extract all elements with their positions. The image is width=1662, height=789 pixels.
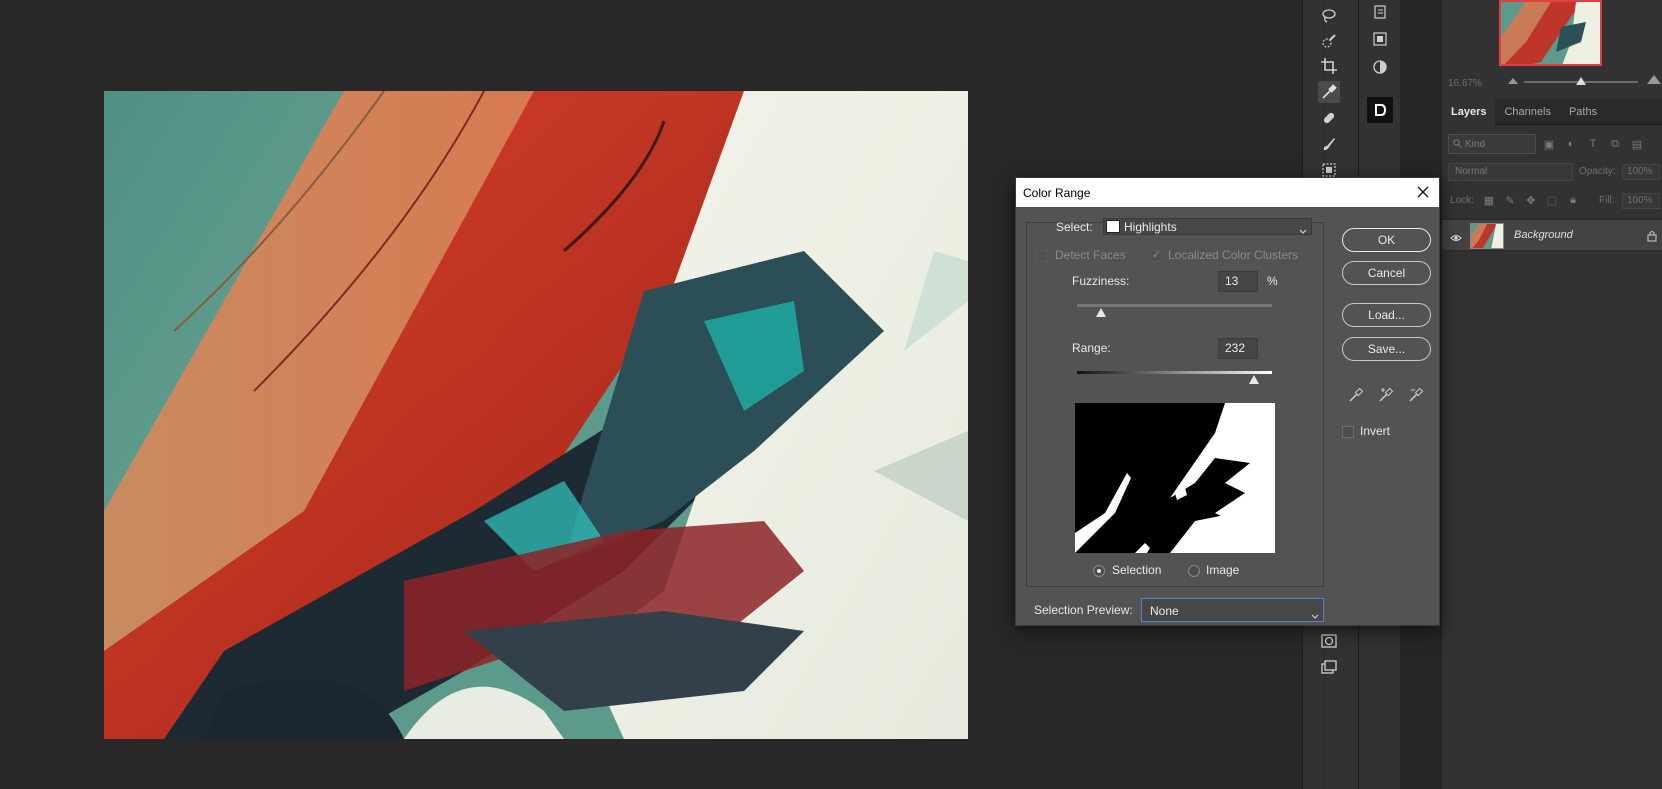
brush-tool-icon[interactable] [1318,133,1340,155]
fuzziness-field[interactable]: 13 [1218,271,1258,292]
right-panels: 16.67% Layers Channels Paths Kind ▣ ◐ T … [1441,0,1662,789]
shape-layer-filter-icon[interactable]: ⧉ [1608,137,1622,151]
layers-panel-tabs: Layers Channels Paths [1442,98,1662,125]
localized-color-clusters-checkbox[interactable] [1150,248,1162,262]
adjustments-panel-icon[interactable] [1370,57,1390,77]
search-icon [1453,139,1462,151]
document-image[interactable] [104,91,968,739]
lasso-tool-icon[interactable] [1318,4,1340,26]
view-image-radio[interactable] [1188,565,1200,577]
localized-color-clusters-label: Localized Color Clusters [1168,248,1299,262]
adjustment-layer-filter-icon[interactable]: ◐ [1564,137,1578,151]
eyedropper-subtract-icon[interactable] [1406,385,1426,405]
range-slider-thumb[interactable] [1249,375,1259,384]
view-selection-radio[interactable] [1093,565,1105,577]
crop-tool-icon[interactable] [1318,55,1340,77]
type-layer-filter-icon[interactable]: T [1586,137,1600,151]
load-button[interactable]: Load... [1342,303,1431,327]
fill-field[interactable]: 100% [1622,193,1660,209]
navigator-zoom-slider[interactable] [1524,77,1638,85]
navigator-zoom-slider-thumb[interactable] [1576,77,1586,85]
range-slider[interactable] [1077,371,1272,374]
zoom-in-icon[interactable] [1647,75,1661,84]
detect-faces-label: Detect Faces [1055,248,1126,262]
cancel-button[interactable]: Cancel [1342,261,1431,285]
color-range-dialog: Color Range Select: Highlights Detect Fa… [1015,177,1440,626]
detect-faces-checkbox[interactable] [1036,250,1048,262]
range-field[interactable]: 232 [1218,338,1258,359]
select-value: Highlights [1124,220,1177,234]
view-image-label: Image [1206,563,1240,577]
close-icon[interactable] [1415,184,1431,200]
lock-transparent-icon[interactable]: ▦ [1483,194,1495,207]
opacity-label: Opacity: [1579,166,1616,177]
chevron-down-icon [1311,607,1319,625]
tab-paths[interactable]: Paths [1560,98,1606,125]
fuzziness-slider-thumb[interactable] [1096,308,1106,317]
quick-mask-icon[interactable] [1318,630,1340,652]
invert-checkbox[interactable] [1342,426,1354,438]
dialog-titlebar[interactable]: Color Range [1016,178,1439,207]
layer-lock-icon[interactable] [1647,229,1657,247]
spot-healing-brush-icon[interactable] [1318,107,1340,129]
smart-object-filter-icon[interactable]: ▤ [1630,137,1644,151]
blend-mode-dropdown[interactable]: Normal [1448,163,1573,181]
navigator-zoom-value[interactable]: 16.67% [1448,78,1482,89]
lock-position-icon[interactable]: ✥ [1525,194,1537,207]
selection-preview-label: Selection Preview: [1034,603,1133,617]
opacity-field[interactable]: 100% [1622,164,1660,180]
zoom-out-icon[interactable] [1508,78,1518,84]
lock-all-icon[interactable]: 🔒︎ [1567,194,1579,206]
select-color-swatch [1106,220,1120,233]
visibility-eye-icon[interactable] [1450,230,1462,248]
lock-artboard-icon[interactable]: ⬚ [1546,194,1558,207]
quick-selection-tool-icon[interactable] [1318,30,1340,52]
eyedropper-icon[interactable] [1346,385,1366,405]
chevron-down-icon [1299,222,1307,240]
save-button[interactable]: Save... [1342,337,1431,361]
dialog-title: Color Range [1023,186,1091,200]
layer-thumbnail [1470,223,1504,249]
layer-name[interactable]: Background [1514,229,1573,241]
view-selection-label: Selection [1112,563,1162,577]
history-panel-icon[interactable] [1370,2,1390,22]
lock-label: Lock: [1450,195,1474,206]
tab-channels[interactable]: Channels [1495,98,1559,125]
range-label: Range: [1072,341,1111,355]
layer-row-background[interactable]: Background [1442,219,1662,251]
invert-label: Invert [1360,424,1391,438]
plugin-panel-icon[interactable] [1367,97,1393,123]
blend-mode-value: Normal [1455,166,1488,177]
tab-layers[interactable]: Layers [1442,98,1496,125]
eyedropper-add-icon[interactable] [1376,385,1396,405]
fuzziness-unit: % [1267,274,1278,288]
lock-image-icon[interactable]: ✎ [1504,194,1516,207]
filter-kind-label: Kind [1465,138,1486,150]
navigator-thumbnail[interactable] [1499,0,1602,66]
ok-button[interactable]: OK [1342,228,1431,252]
properties-panel-icon[interactable] [1370,29,1390,49]
fuzziness-slider[interactable] [1077,304,1272,307]
eyedropper-tool-icon[interactable] [1318,81,1340,103]
selection-preview-value: None [1150,604,1179,618]
select-label: Select: [1056,220,1093,234]
fuzziness-label: Fuzziness: [1072,274,1130,288]
layer-filter-kind-dropdown[interactable]: Kind [1448,134,1536,154]
fill-label: Fill: [1599,195,1615,206]
select-dropdown[interactable]: Highlights [1103,218,1312,235]
screen-mode-icon[interactable] [1318,656,1340,678]
selection-preview-dropdown[interactable]: None [1141,598,1324,622]
selection-mask-preview[interactable] [1075,403,1275,553]
pixel-layer-filter-icon[interactable]: ▣ [1542,137,1556,151]
